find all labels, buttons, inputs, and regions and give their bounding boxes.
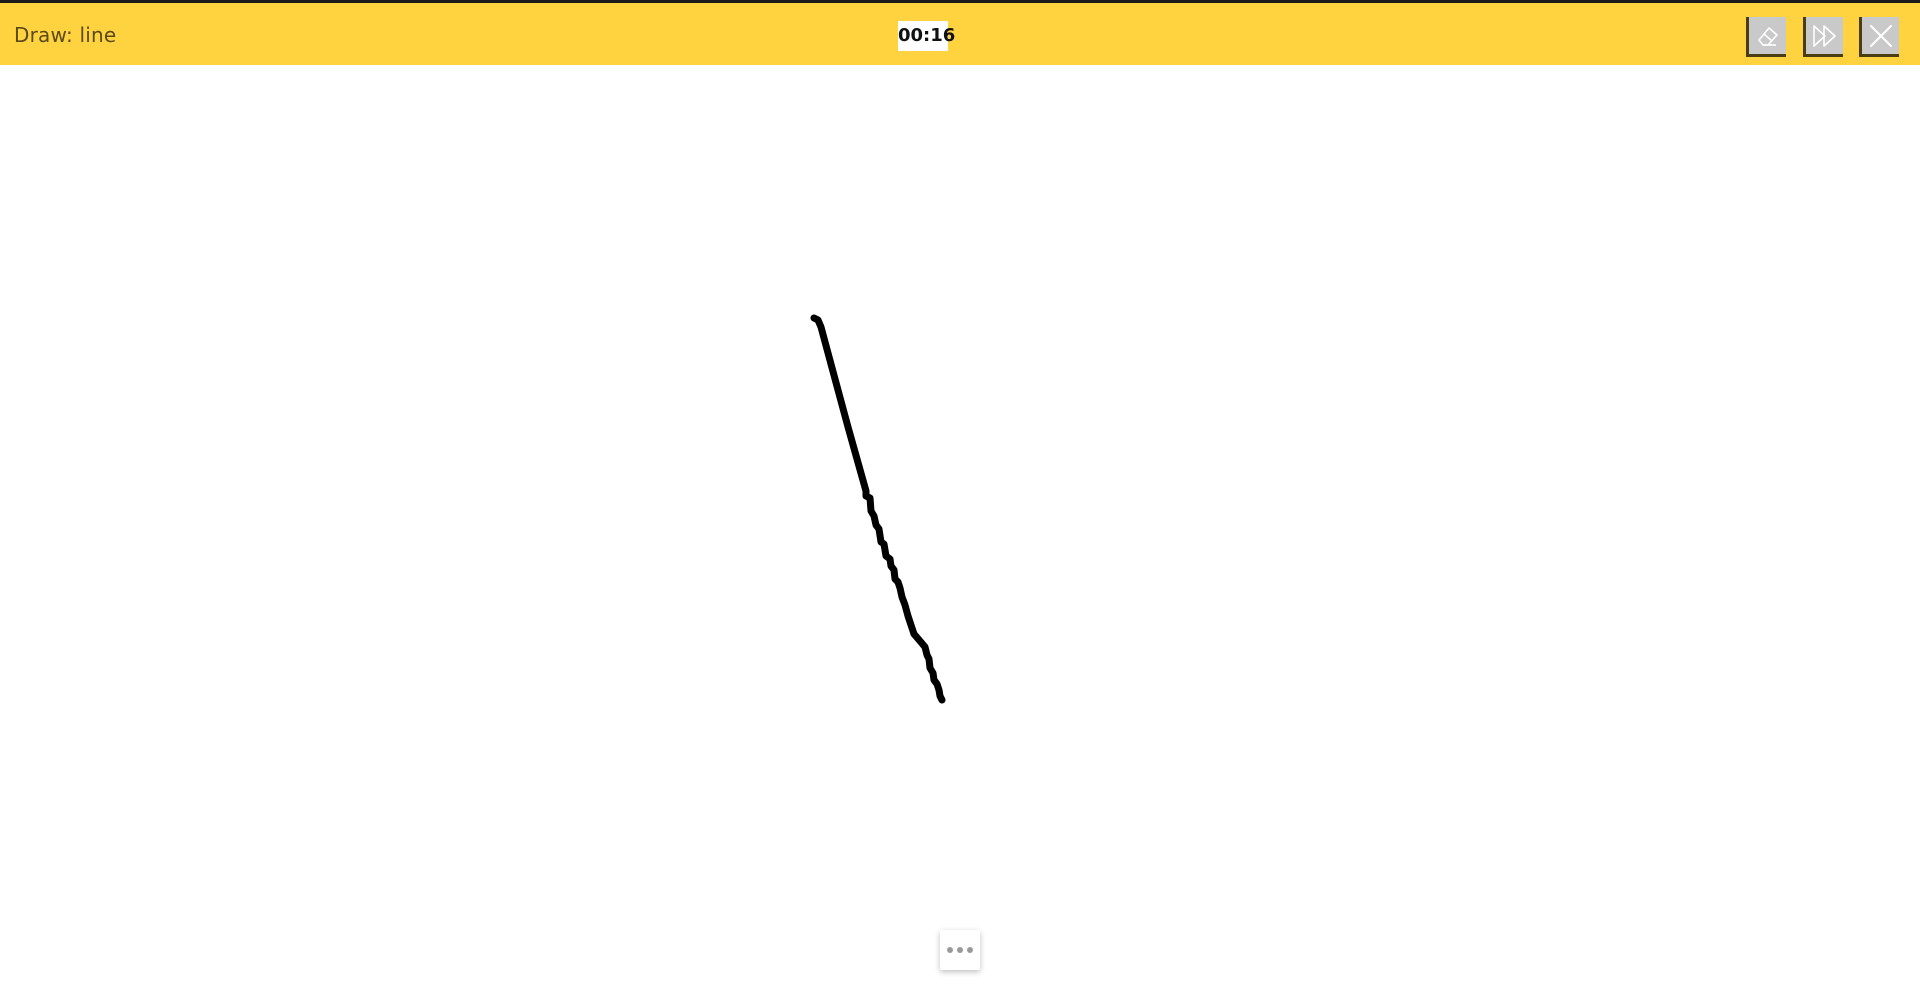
drawing-prompt: Draw: line: [14, 23, 117, 47]
drawing-canvas[interactable]: [0, 65, 1920, 993]
top-bar: Draw: line 00:16: [0, 3, 1920, 65]
close-button[interactable]: [1859, 17, 1899, 57]
fast-forward-icon: [1811, 23, 1839, 49]
eraser-icon: [1755, 23, 1781, 49]
eraser-button[interactable]: [1746, 17, 1786, 57]
more-options-button[interactable]: [940, 930, 980, 970]
canvas-surface: [810, 314, 946, 704]
close-icon: [1868, 23, 1894, 49]
more-dots-icon: [945, 947, 975, 953]
countdown-timer: 00:16: [898, 21, 955, 51]
drawn-stroke: [810, 314, 946, 704]
app-frame: Draw: line 00:16: [0, 0, 1920, 993]
skip-button[interactable]: [1803, 17, 1843, 57]
